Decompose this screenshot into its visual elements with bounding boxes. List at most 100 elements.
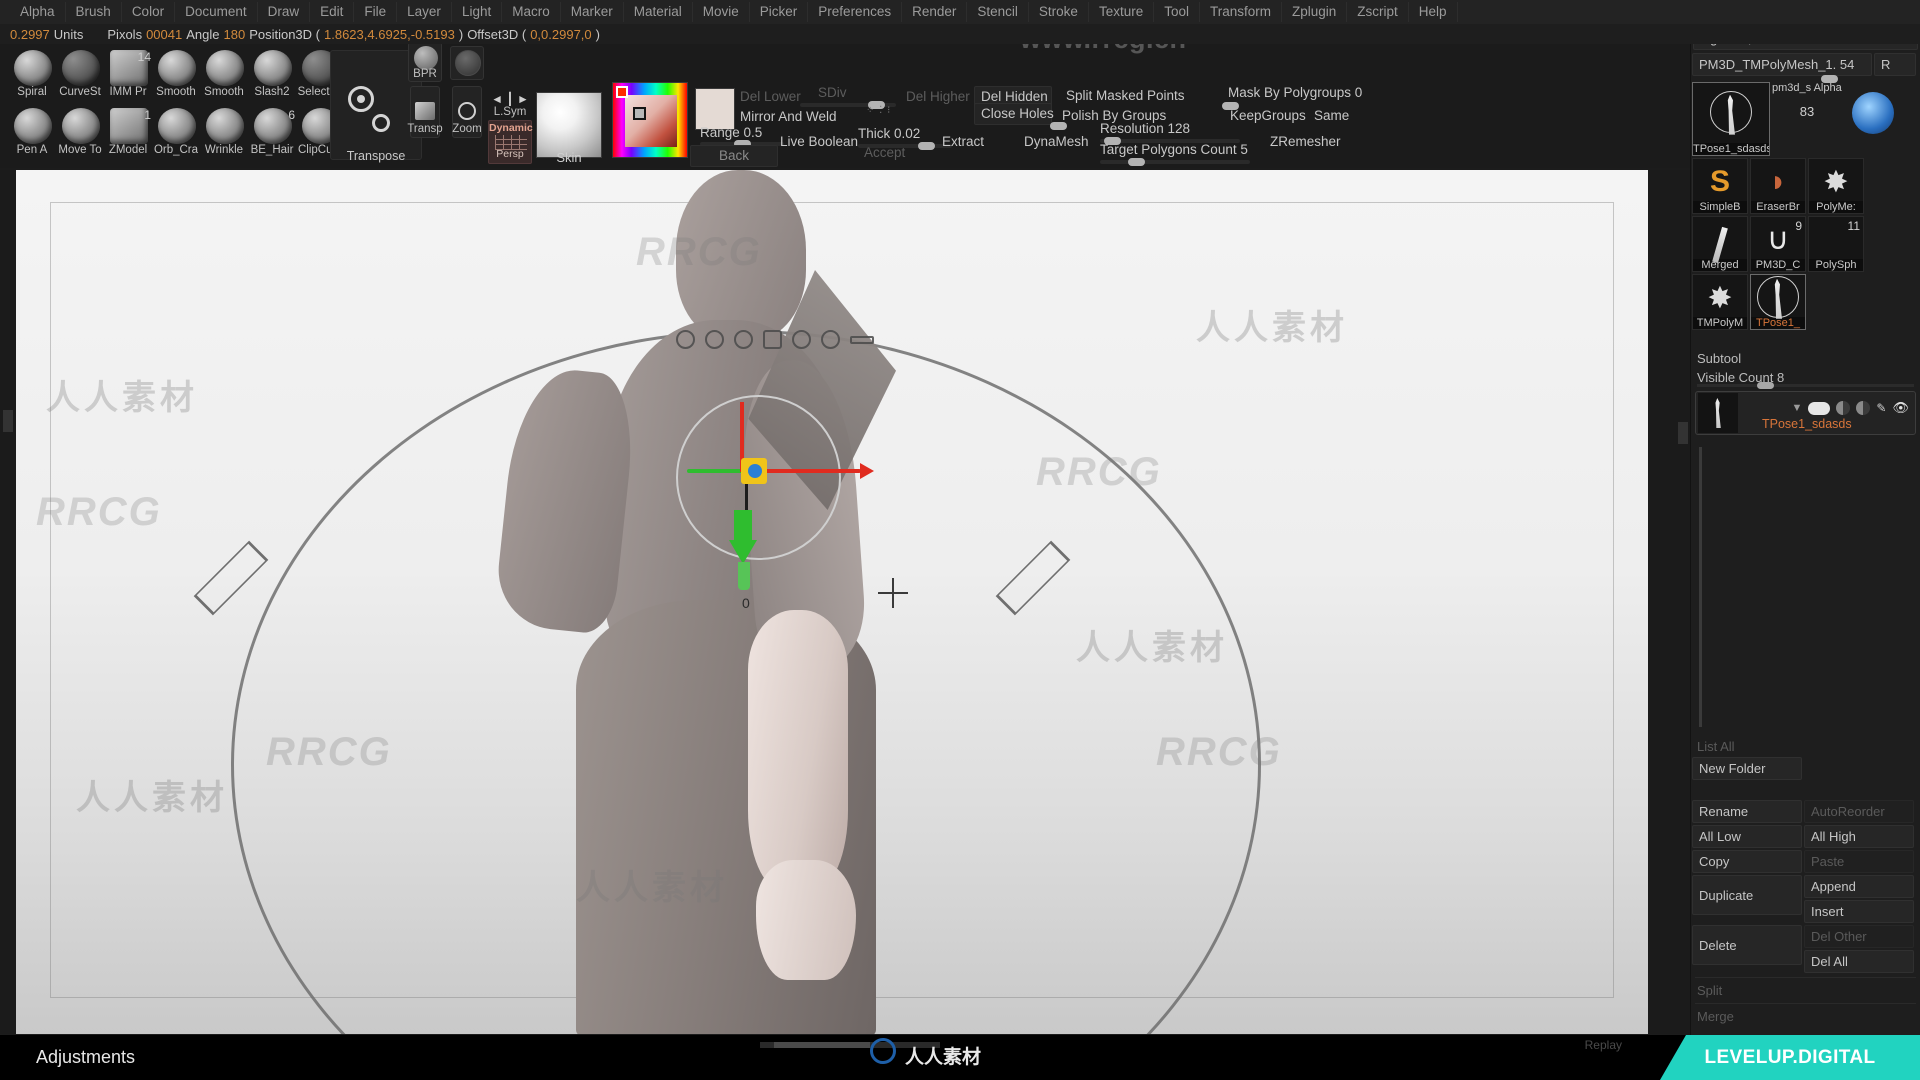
- tool-name-field[interactable]: PM3D_TMPolyMesh_1. 54: [1692, 53, 1872, 76]
- menu-item-brush[interactable]: Brush: [66, 2, 122, 22]
- color-picker-inner[interactable]: [625, 95, 677, 147]
- brush-pen-a[interactable]: Pen A: [8, 104, 56, 162]
- menu-item-help[interactable]: Help: [1409, 2, 1458, 22]
- list-all-label[interactable]: List All: [1691, 737, 1920, 756]
- subtool-scrollbar[interactable]: [1699, 447, 1702, 727]
- transpose-axis-x[interactable]: [761, 463, 874, 479]
- viewport-canvas[interactable]: 0 人人素材 RRCG 人人素材 RRCG 人人素材 RRCG 人人素材 RRC…: [16, 170, 1648, 1034]
- thick-slider-knob[interactable]: [918, 142, 935, 150]
- target-polygons-label[interactable]: Target Polygons Count 5: [1100, 142, 1248, 157]
- transpose-green-tail[interactable]: [738, 562, 750, 590]
- menu-item-edit[interactable]: Edit: [310, 2, 355, 22]
- menu-item-marker[interactable]: Marker: [561, 2, 624, 22]
- close-holes-button[interactable]: Close Holes: [974, 103, 1054, 125]
- eye-icon[interactable]: 👁: [1892, 400, 1909, 416]
- all-high-button[interactable]: All High: [1804, 825, 1914, 848]
- pin-icon[interactable]: [734, 330, 753, 349]
- mask-by-polygroups-label[interactable]: Mask By Polygroups 0: [1228, 85, 1362, 100]
- menu-item-light[interactable]: Light: [452, 2, 503, 22]
- move-icon[interactable]: [705, 330, 724, 349]
- menu-item-stencil[interactable]: Stencil: [967, 2, 1029, 22]
- adjustments-label[interactable]: Adjustments: [36, 1047, 135, 1068]
- tool-thumb-pm3d[interactable]: ∪ 9 PM3D_C: [1750, 216, 1806, 272]
- menu-item-transform[interactable]: Transform: [1200, 2, 1282, 22]
- menu-item-stroke[interactable]: Stroke: [1029, 2, 1089, 22]
- bpr-button[interactable]: BPR: [408, 42, 442, 82]
- target-polygons-knob[interactable]: [1128, 158, 1145, 166]
- brush-slash2[interactable]: Slash2: [248, 46, 296, 104]
- menu-item-draw[interactable]: Draw: [258, 2, 311, 22]
- zremesher-button[interactable]: ZRemesher: [1264, 132, 1347, 152]
- new-folder-button[interactable]: New Folder: [1692, 757, 1802, 780]
- menu-item-zscript[interactable]: Zscript: [1347, 2, 1409, 22]
- same-button[interactable]: Same: [1308, 106, 1355, 126]
- color-swatch-primary[interactable]: [616, 86, 628, 98]
- transpose-hub-center[interactable]: [748, 464, 762, 478]
- toggle-visible-icon[interactable]: [1808, 401, 1831, 415]
- transpose-green-arrow-icon[interactable]: [729, 540, 757, 564]
- live-boolean-button[interactable]: Live Boolean: [774, 132, 864, 152]
- tool-thumb-tpose1-sdasds[interactable]: TPose1_sdasds: [1692, 82, 1770, 156]
- chevron-down-icon[interactable]: ▼: [1792, 402, 1803, 414]
- brush-move-topo[interactable]: Move To: [56, 104, 104, 162]
- right-tray[interactable]: [1648, 170, 1690, 1034]
- persp-sphere-button[interactable]: [450, 46, 484, 80]
- brush-curvestrap[interactable]: CurveSt: [56, 46, 104, 104]
- tool-thumb-tmpolymesh[interactable]: ✸ TMPolyM: [1692, 274, 1748, 330]
- resolution-slider-label[interactable]: Resolution 128: [1100, 121, 1190, 136]
- menu-item-document[interactable]: Document: [175, 2, 258, 22]
- split-masked-points-button[interactable]: Split Masked Points: [1060, 86, 1191, 106]
- menu-item-texture[interactable]: Texture: [1089, 2, 1155, 22]
- brush-smooth2[interactable]: Smooth: [200, 46, 248, 104]
- color-swatch-selector[interactable]: [633, 107, 646, 120]
- merge-button[interactable]: Merge: [1691, 1007, 1920, 1026]
- duplicate-button[interactable]: Duplicate: [1692, 875, 1802, 915]
- subtool-thumbnail[interactable]: [1698, 393, 1738, 433]
- rename-button[interactable]: Rename: [1692, 800, 1802, 823]
- subtool-row[interactable]: ▼ ✎ 👁 TPose1_sdasds: [1695, 391, 1916, 435]
- tool-thumb-eraserbrush[interactable]: ◗ EraserBr: [1750, 158, 1806, 214]
- timeline-scroll-thumb[interactable]: [774, 1042, 870, 1048]
- dynamic-persp-button[interactable]: Dynamic Persp: [488, 120, 533, 164]
- zoom-button[interactable]: Zoom: [452, 86, 482, 138]
- left-tray-handle[interactable]: [3, 410, 13, 432]
- extract-button[interactable]: Extract: [936, 132, 990, 152]
- all-low-button[interactable]: All Low: [1692, 825, 1802, 848]
- visible-count-slider[interactable]: Visible Count 8: [1695, 369, 1916, 389]
- alpha-brush-preview[interactable]: [1844, 82, 1902, 156]
- right-tray-handle[interactable]: [1678, 422, 1688, 444]
- tool-thumb-polysphere[interactable]: 11 PolySph: [1808, 216, 1864, 272]
- back-button[interactable]: Back: [690, 145, 778, 167]
- delete-button[interactable]: Delete: [1692, 925, 1802, 965]
- dynamesh-button[interactable]: DynaMesh: [1018, 132, 1095, 152]
- brush-be-hair[interactable]: 6 BE_Hair: [248, 104, 296, 162]
- menu-item-tool[interactable]: Tool: [1154, 2, 1200, 22]
- home-icon[interactable]: [763, 330, 782, 349]
- polish-slider-knob[interactable]: [1050, 122, 1067, 130]
- menu-item-movie[interactable]: Movie: [693, 2, 750, 22]
- menu-item-color[interactable]: Color: [122, 2, 176, 22]
- sdiv-slider-label[interactable]: SDiv: [818, 85, 847, 100]
- menu-item-macro[interactable]: Macro: [502, 2, 561, 22]
- paste-button[interactable]: Paste: [1804, 850, 1914, 873]
- material-preview[interactable]: [536, 92, 602, 158]
- accept-button[interactable]: Accept: [858, 143, 911, 163]
- brush-imm-primitives[interactable]: 14 IMM Pr: [104, 46, 152, 104]
- transp-button[interactable]: Transp: [407, 86, 443, 138]
- menu-item-picker[interactable]: Picker: [750, 2, 809, 22]
- thick-slider-label[interactable]: Thick 0.02: [858, 126, 920, 141]
- brush-wrinkle[interactable]: Wrinkle: [200, 104, 248, 162]
- range-slider-label[interactable]: Range 0.5: [700, 125, 762, 140]
- lock-icon[interactable]: [821, 330, 840, 349]
- tool-r-button[interactable]: R: [1874, 53, 1916, 76]
- brush-smooth[interactable]: Smooth: [152, 46, 200, 104]
- keepgroups-button[interactable]: KeepGroups: [1224, 106, 1312, 126]
- menu-item-alpha[interactable]: Alpha: [10, 2, 66, 22]
- tool-thumb-tpose1[interactable]: TPose1_: [1750, 274, 1806, 330]
- brush-stroke-icon[interactable]: ✎: [1876, 401, 1886, 415]
- del-lower-button[interactable]: Del Lower: [734, 87, 807, 107]
- refresh-icon[interactable]: [792, 330, 811, 349]
- menu-item-zplugin[interactable]: Zplugin: [1282, 2, 1348, 22]
- local-symmetry-button[interactable]: ◄ ┃ ► L.Sym: [490, 92, 530, 118]
- menu-item-layer[interactable]: Layer: [397, 2, 452, 22]
